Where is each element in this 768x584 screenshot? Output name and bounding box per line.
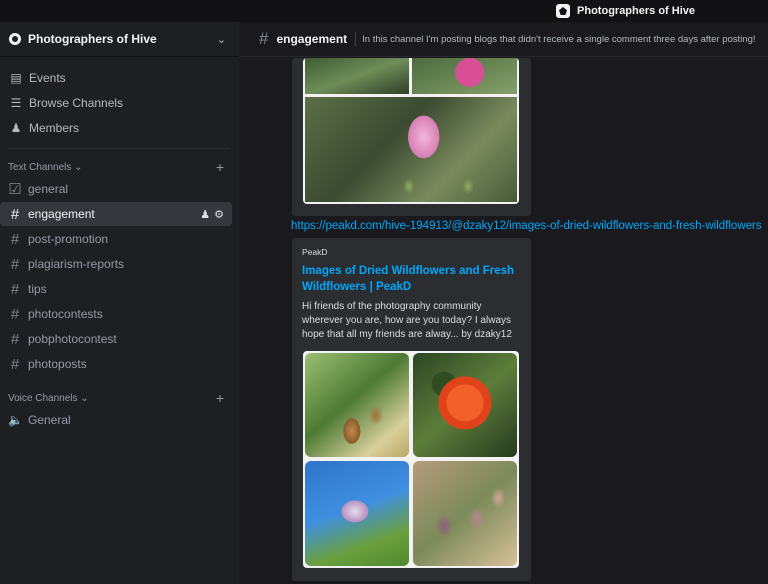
embed-image (305, 353, 409, 457)
server-header[interactable]: Photographers of Hive ⌄ (0, 22, 239, 57)
channel-photoposts[interactable]: # photoposts (0, 352, 232, 376)
embed-image (413, 353, 517, 457)
channel-post-promotion[interactable]: # post-promotion (0, 227, 232, 251)
category-voice-channels[interactable]: Voice Channels ⌄ + (0, 388, 239, 408)
embed-image (412, 58, 517, 94)
previous-embed (292, 58, 531, 216)
channel-plagiarism-reports[interactable]: # plagiarism-reports (0, 252, 232, 276)
embed-image (305, 97, 517, 202)
hash-icon: # (10, 280, 20, 298)
members-icon: ♟ (10, 121, 22, 135)
server-logo-icon (556, 4, 571, 18)
embed-description: Hi friends of the photography community … (302, 301, 512, 340)
add-channel-icon[interactable]: + (216, 159, 224, 175)
channel-header: # engagement In this channel I'm posting… (239, 22, 768, 57)
window-title: Photographers of Hive (577, 5, 695, 17)
browse-channels-icon: ☰ (10, 96, 22, 110)
chevron-down-icon[interactable]: ⌄ (217, 33, 226, 46)
hash-icon: # (10, 230, 20, 248)
nav-item-label: Browse Channels (29, 96, 124, 110)
nav-item-label: Members (29, 121, 80, 135)
nav-item-members[interactable]: ♟ Members (0, 116, 232, 140)
hash-icon: # (10, 305, 20, 323)
category-text-channels[interactable]: Text Channels ⌄ + (0, 157, 239, 177)
nav-item-label: Events (29, 71, 66, 85)
category-label: Voice Channels ⌄ (8, 392, 89, 404)
channel-engagement[interactable]: # engagement ♟ ⚙ (0, 202, 232, 226)
embed-image (305, 58, 409, 94)
embed-image-grid[interactable] (303, 351, 519, 568)
hash-icon: # (10, 255, 20, 273)
voice-channel-general[interactable]: 🔈 General (0, 408, 232, 432)
header-divider (355, 32, 357, 46)
server-gear-icon (9, 33, 21, 45)
create-invite-icon[interactable]: ♟ (200, 208, 210, 221)
nav-item-events[interactable]: ▤ Events (0, 66, 232, 90)
embed-image-grid[interactable] (303, 58, 519, 204)
speaker-icon: 🔈 (8, 413, 23, 427)
channel-photocontests[interactable]: # photocontests (0, 302, 232, 326)
channel-name: engagement (276, 32, 348, 46)
hash-threads-icon: # (10, 355, 20, 373)
embed-image (413, 461, 517, 566)
rules-icon: ☑ (8, 181, 22, 198)
embed-image (305, 461, 409, 566)
hash-icon: # (259, 29, 269, 48)
gear-icon[interactable]: ⚙ (214, 208, 224, 221)
link-embed: PeakD Images of Dried Wildflowers and Fr… (292, 238, 531, 581)
add-channel-icon[interactable]: + (216, 390, 224, 406)
channel-tips[interactable]: # tips (0, 277, 232, 301)
hash-icon: # (10, 205, 20, 223)
embed-provider[interactable]: PeakD (302, 247, 328, 257)
channel-pobphotocontest[interactable]: # pobphotocontest (0, 327, 232, 351)
nav-item-browse-channels[interactable]: ☰ Browse Channels (0, 91, 232, 115)
category-label: Text Channels ⌄ (8, 161, 83, 173)
message-link[interactable]: https://peakd.com/hive-194913/@dzaky12/i… (291, 220, 762, 232)
channel-sidebar: Photographers of Hive ⌄ ▤ Events ☰ Brows… (0, 22, 239, 584)
hash-icon: # (10, 330, 20, 348)
server-name: Photographers of Hive (28, 32, 157, 46)
chat-area: # engagement In this channel I'm posting… (239, 22, 768, 584)
channel-general[interactable]: ☑ general (0, 177, 232, 201)
channel-topic[interactable]: In this channel I'm posting blogs that d… (362, 34, 755, 45)
sidebar-divider (8, 148, 230, 149)
window-titlebar: Photographers of Hive (0, 0, 768, 22)
embed-title[interactable]: Images of Dried Wildflowers and Fresh Wi… (302, 263, 522, 295)
calendar-icon: ▤ (10, 71, 22, 85)
